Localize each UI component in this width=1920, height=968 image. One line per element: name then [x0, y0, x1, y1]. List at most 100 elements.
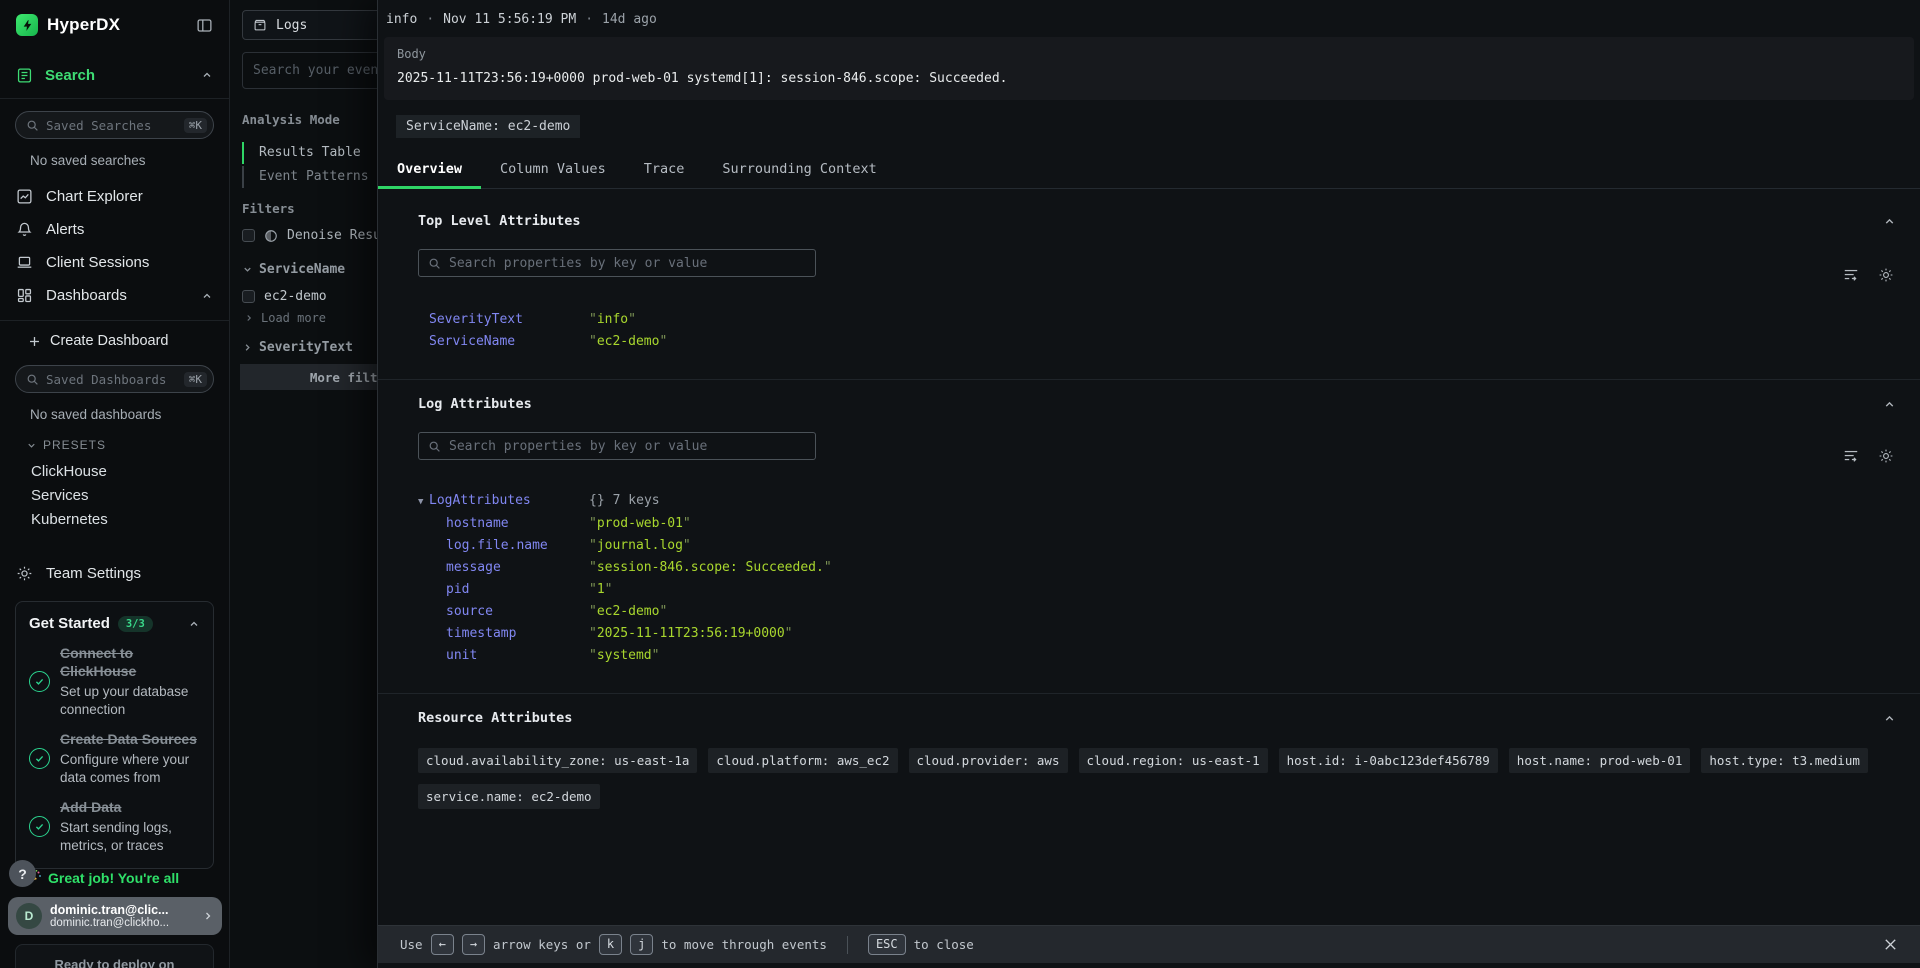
- attribute-row[interactable]: hostname prod-web-01: [418, 513, 1900, 535]
- check-circle-icon: [29, 748, 50, 769]
- create-dashboard-button[interactable]: Create Dashboard: [0, 321, 229, 361]
- dot-separator: ·: [426, 12, 434, 27]
- divider: [0, 98, 229, 99]
- chevron-up-icon[interactable]: [201, 290, 213, 302]
- close-icon[interactable]: [1883, 937, 1898, 952]
- celebration-message: Great job! You're all: [26, 869, 206, 887]
- footer-text: arrow keys or: [493, 937, 591, 952]
- brand-title: HyperDX: [47, 15, 187, 35]
- attribute-row[interactable]: pid 1: [418, 579, 1900, 601]
- keys-count: 7 keys: [613, 490, 660, 512]
- resource-chip[interactable]: host.name: prod-web-01: [1509, 748, 1691, 773]
- sidebar-item-client-sessions[interactable]: Client Sessions: [0, 246, 229, 279]
- attribute-key: timestamp: [446, 623, 589, 645]
- line-wrap-icon[interactable]: [1843, 448, 1859, 464]
- mode-results-table[interactable]: Results Table: [242, 141, 361, 165]
- resource-chip[interactable]: cloud.provider: aws: [909, 748, 1068, 773]
- mode-event-patterns[interactable]: Event Patterns: [242, 165, 369, 189]
- chevron-up-icon[interactable]: [1883, 398, 1900, 411]
- nav-label: Alerts: [46, 221, 84, 238]
- ec2-demo-checkbox[interactable]: [242, 290, 255, 303]
- get-started-item-title: Connect to ClickHouse: [60, 645, 136, 679]
- filter-value-row[interactable]: ec2-demo: [242, 289, 327, 304]
- attribute-tree-root[interactable]: ▼ LogAttributes {} 7 keys: [418, 490, 1900, 513]
- get-started-item-title: Add Data: [60, 799, 121, 815]
- event-header: info · Nov 11 5:56:19 PM · 14d ago: [378, 0, 1920, 27]
- chevron-up-icon[interactable]: [188, 618, 200, 630]
- attribute-key: log.file.name: [446, 535, 589, 557]
- load-more-button[interactable]: Load more: [244, 311, 326, 325]
- service-name-tag[interactable]: ServiceName: ec2-demo: [396, 115, 580, 138]
- get-started-item[interactable]: Connect to ClickHouse Set up your databa…: [29, 645, 200, 718]
- tab-column-values[interactable]: Column Values: [481, 153, 625, 188]
- resource-chip[interactable]: cloud.region: us-east-1: [1079, 748, 1268, 773]
- presets-header[interactable]: PRESETS: [26, 438, 229, 452]
- create-dashboard-label: Create Dashboard: [50, 333, 169, 349]
- analysis-mode-label: Analysis Mode: [242, 112, 340, 127]
- filter-group-severitytext[interactable]: SeverityText: [242, 340, 353, 355]
- sidebar-item-chart-explorer[interactable]: Chart Explorer: [0, 180, 229, 213]
- search-icon: [26, 373, 39, 386]
- detail-tabs: Overview Column Values Trace Surrounding…: [378, 153, 1920, 189]
- deploy-teaser-card[interactable]: Ready to deploy on: [15, 944, 214, 968]
- attribute-row[interactable]: ServiceName ec2-demo: [418, 331, 1900, 353]
- attribute-row[interactable]: SeverityText info: [418, 309, 1900, 331]
- resource-chip[interactable]: host.type: t3.medium: [1701, 748, 1868, 773]
- line-wrap-icon[interactable]: [1843, 267, 1859, 283]
- kbd-esc: ESC: [868, 934, 906, 955]
- filter-group-servicename[interactable]: ServiceName: [242, 262, 345, 277]
- attribute-row[interactable]: source ec2-demo: [418, 601, 1900, 623]
- divider: [847, 936, 848, 954]
- tree-collapse-icon[interactable]: ▼: [418, 491, 429, 513]
- denoise-checkbox[interactable]: [242, 229, 255, 242]
- attribute-row[interactable]: unit systemd: [418, 645, 1900, 667]
- log-body-card: Body 2025-11-11T23:56:19+0000 prod-web-0…: [384, 37, 1914, 100]
- property-search-input[interactable]: [449, 439, 806, 454]
- saved-dashboards-input-wrap: ⌘K: [15, 365, 214, 393]
- severity-text: info: [386, 12, 417, 27]
- tab-surrounding-context[interactable]: Surrounding Context: [703, 153, 895, 188]
- user-menu[interactable]: D dominic.tran@clic... dominic.tran@clic…: [8, 897, 222, 935]
- check-circle-icon: [29, 671, 50, 692]
- collapse-sidebar-icon[interactable]: [196, 17, 213, 34]
- braces-icon: {}: [589, 490, 605, 512]
- get-started-item[interactable]: Add Data Start sending logs, metrics, or…: [29, 799, 200, 854]
- chevron-right-icon: [202, 910, 214, 922]
- denoise-icon: [264, 229, 278, 243]
- property-search-input[interactable]: [449, 256, 806, 271]
- chevron-up-icon[interactable]: [201, 69, 213, 81]
- preset-services[interactable]: Services: [0, 484, 229, 508]
- sidebar-item-alerts[interactable]: Alerts: [0, 213, 229, 246]
- search-icon: [428, 440, 441, 453]
- saved-dashboards-input[interactable]: [46, 372, 177, 387]
- gear-icon[interactable]: [1878, 448, 1894, 464]
- saved-searches-input[interactable]: [46, 118, 177, 133]
- kbd-arrow-right: →: [462, 934, 485, 955]
- tree-root-key: LogAttributes: [429, 490, 589, 512]
- gear-icon[interactable]: [1878, 267, 1894, 283]
- get-started-card: Get Started 3/3 Connect to ClickHouse Se…: [15, 601, 214, 869]
- preset-kubernetes[interactable]: Kubernetes: [0, 508, 229, 532]
- section-title: Top Level Attributes: [418, 213, 581, 229]
- sidebar-item-dashboards[interactable]: Dashboards: [0, 279, 229, 312]
- tab-trace[interactable]: Trace: [625, 153, 704, 188]
- user-email: dominic.tran@clickho...: [50, 917, 194, 929]
- sidebar-item-search[interactable]: Search: [0, 60, 229, 90]
- resource-chip[interactable]: service.name: ec2-demo: [418, 784, 600, 809]
- tab-overview[interactable]: Overview: [378, 153, 481, 188]
- preset-clickhouse[interactable]: ClickHouse: [0, 460, 229, 484]
- chevron-up-icon[interactable]: [1883, 712, 1900, 725]
- user-name: dominic.tran@clic...: [50, 903, 194, 917]
- resource-chip[interactable]: cloud.availability_zone: us-east-1a: [418, 748, 697, 773]
- attribute-row[interactable]: timestamp 2025-11-11T23:56:19+0000: [418, 623, 1900, 645]
- resource-chip[interactable]: cloud.platform: aws_ec2: [708, 748, 897, 773]
- attribute-row[interactable]: message session-846.scope: Succeeded.: [418, 557, 1900, 579]
- resource-chip[interactable]: host.id: i-0abc123def456789: [1279, 748, 1498, 773]
- chevron-up-icon[interactable]: [1883, 215, 1900, 228]
- get-started-item[interactable]: Create Data Sources Configure where your…: [29, 731, 200, 786]
- help-button[interactable]: ?: [9, 860, 36, 887]
- team-settings-label: Team Settings: [46, 565, 141, 582]
- attribute-row[interactable]: log.file.name journal.log: [418, 535, 1900, 557]
- sidebar-item-team-settings[interactable]: Team Settings: [0, 556, 229, 590]
- attribute-value: ec2-demo: [589, 331, 1900, 353]
